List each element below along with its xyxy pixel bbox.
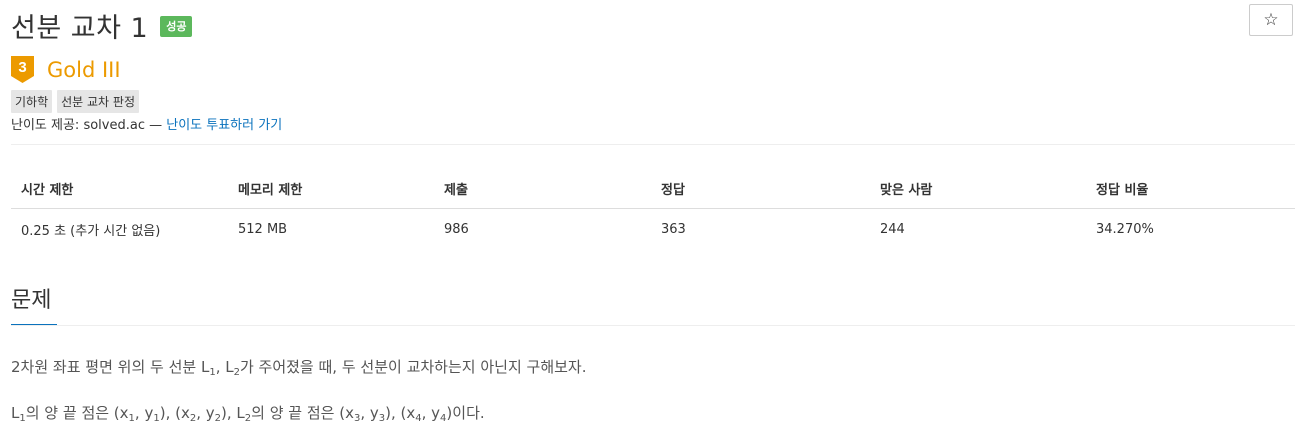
difficulty-provider: 난이도 제공: solved.ac — 난이도 투표하러 가기 (11, 114, 282, 133)
tier-row: 3 Gold III (11, 56, 121, 83)
table-row: 0.25 초 (추가 시간 없음) 512 MB 986 363 244 34.… (11, 209, 1295, 251)
divider (11, 144, 1295, 145)
status-badge: 성공 (160, 15, 193, 37)
header-submissions: 제출 (434, 170, 651, 209)
page-title: 선분 교차 1 (11, 12, 149, 44)
tag-geometry[interactable]: 기하학 (11, 90, 53, 113)
tag-line-intersection[interactable]: 선분 교차 판정 (57, 90, 139, 113)
header-accepted: 정답 (651, 170, 870, 209)
submissions-value: 986 (444, 222, 469, 237)
star-icon: ☆ (1263, 10, 1279, 30)
vote-difficulty-link[interactable]: 난이도 투표하러 가기 (166, 118, 282, 133)
problem-section-header: 문제 (11, 282, 1295, 326)
title-row: 선분 교차 1 성공 (11, 5, 193, 45)
tier-label[interactable]: Gold III (47, 58, 121, 82)
header-solved-users: 맞은 사람 (870, 170, 1086, 209)
table-header-row: 시간 제한 메모리 제한 제출 정답 맞은 사람 정답 비율 (11, 170, 1295, 209)
header-memory-limit: 메모리 제한 (228, 170, 434, 209)
header-accept-ratio: 정답 비율 (1086, 170, 1295, 209)
gold-tier-icon: 3 (11, 56, 34, 83)
memory-limit-value: 512 MB (238, 222, 288, 237)
accept-ratio-value: 34.270% (1096, 222, 1154, 237)
problem-paragraph-2: L1의 양 끝 점은 (x1, y1), (x2, y2), L2의 양 끝 점… (11, 404, 485, 424)
tier-level: 3 (18, 59, 26, 76)
provider-text: 난이도 제공: solved.ac — (11, 118, 163, 133)
solved-users-value: 244 (880, 222, 905, 237)
tag-list: 기하학 선분 교차 판정 (11, 90, 139, 113)
accepted-value: 363 (661, 222, 686, 237)
section-title: 문제 (11, 282, 57, 326)
problem-info-table: 시간 제한 메모리 제한 제출 정답 맞은 사람 정답 비율 0.25 초 (추… (11, 170, 1295, 250)
problem-paragraph-1: 2차원 좌표 평면 위의 두 선분 L1, L2가 주어졌을 때, 두 선분이 … (11, 358, 587, 378)
header-time-limit: 시간 제한 (11, 170, 228, 209)
time-limit-value: 0.25 초 (추가 시간 없음) (21, 224, 161, 239)
section-divider (11, 325, 1295, 326)
favorite-button[interactable]: ☆ (1249, 4, 1293, 36)
